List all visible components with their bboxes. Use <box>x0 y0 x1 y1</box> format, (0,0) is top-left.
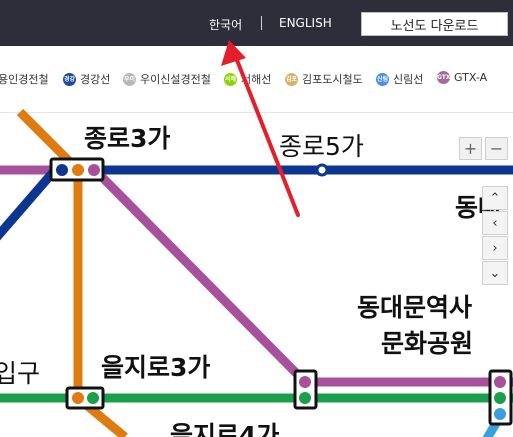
station-label-euljiro3ga: 을지로3가 <box>101 353 210 382</box>
zoom-out-button[interactable]: − <box>485 137 508 160</box>
chevron-up-icon: ⌃ <box>489 190 501 206</box>
station-label-partial-left: 입구 <box>0 359 40 388</box>
station-label-jongno3ga: 종로3가 <box>84 124 170 153</box>
station-label-euljiro4ga: 을지로4가 <box>170 421 279 437</box>
station-label-ddp-line2: 문화공원 <box>381 329 473 358</box>
chevron-left-icon: ‹ <box>492 215 498 231</box>
pan-right-button[interactable]: › <box>482 236 508 260</box>
station-ddp-marker-east[interactable] <box>488 369 513 426</box>
station-label-ddp-line1: 동대문역사 <box>357 293 472 322</box>
chevron-down-icon: ⌄ <box>489 265 501 281</box>
pan-up-button[interactable]: ⌃ <box>482 186 508 210</box>
station-euljiro3ga-marker[interactable] <box>65 386 105 410</box>
line1-track-southwest <box>0 167 59 241</box>
station-ddp-marker-west[interactable] <box>293 369 318 410</box>
pan-down-button[interactable]: ⌄ <box>482 261 508 285</box>
station-jongno3ga-marker[interactable] <box>49 157 105 182</box>
station-label-jongno5ga: 종로5가 <box>279 132 364 161</box>
subway-map[interactable]: 종로3가 종로5가 을지로3가 을지로4가 동대문역사 문화공원 입구 동대 <box>0 0 513 437</box>
chevron-right-icon: › <box>492 240 498 256</box>
pan-left-button[interactable]: ‹ <box>482 211 508 235</box>
station-jongno5ga-marker[interactable] <box>315 163 329 177</box>
annotation-arrow <box>221 40 300 217</box>
zoom-in-button[interactable]: + <box>459 137 482 160</box>
